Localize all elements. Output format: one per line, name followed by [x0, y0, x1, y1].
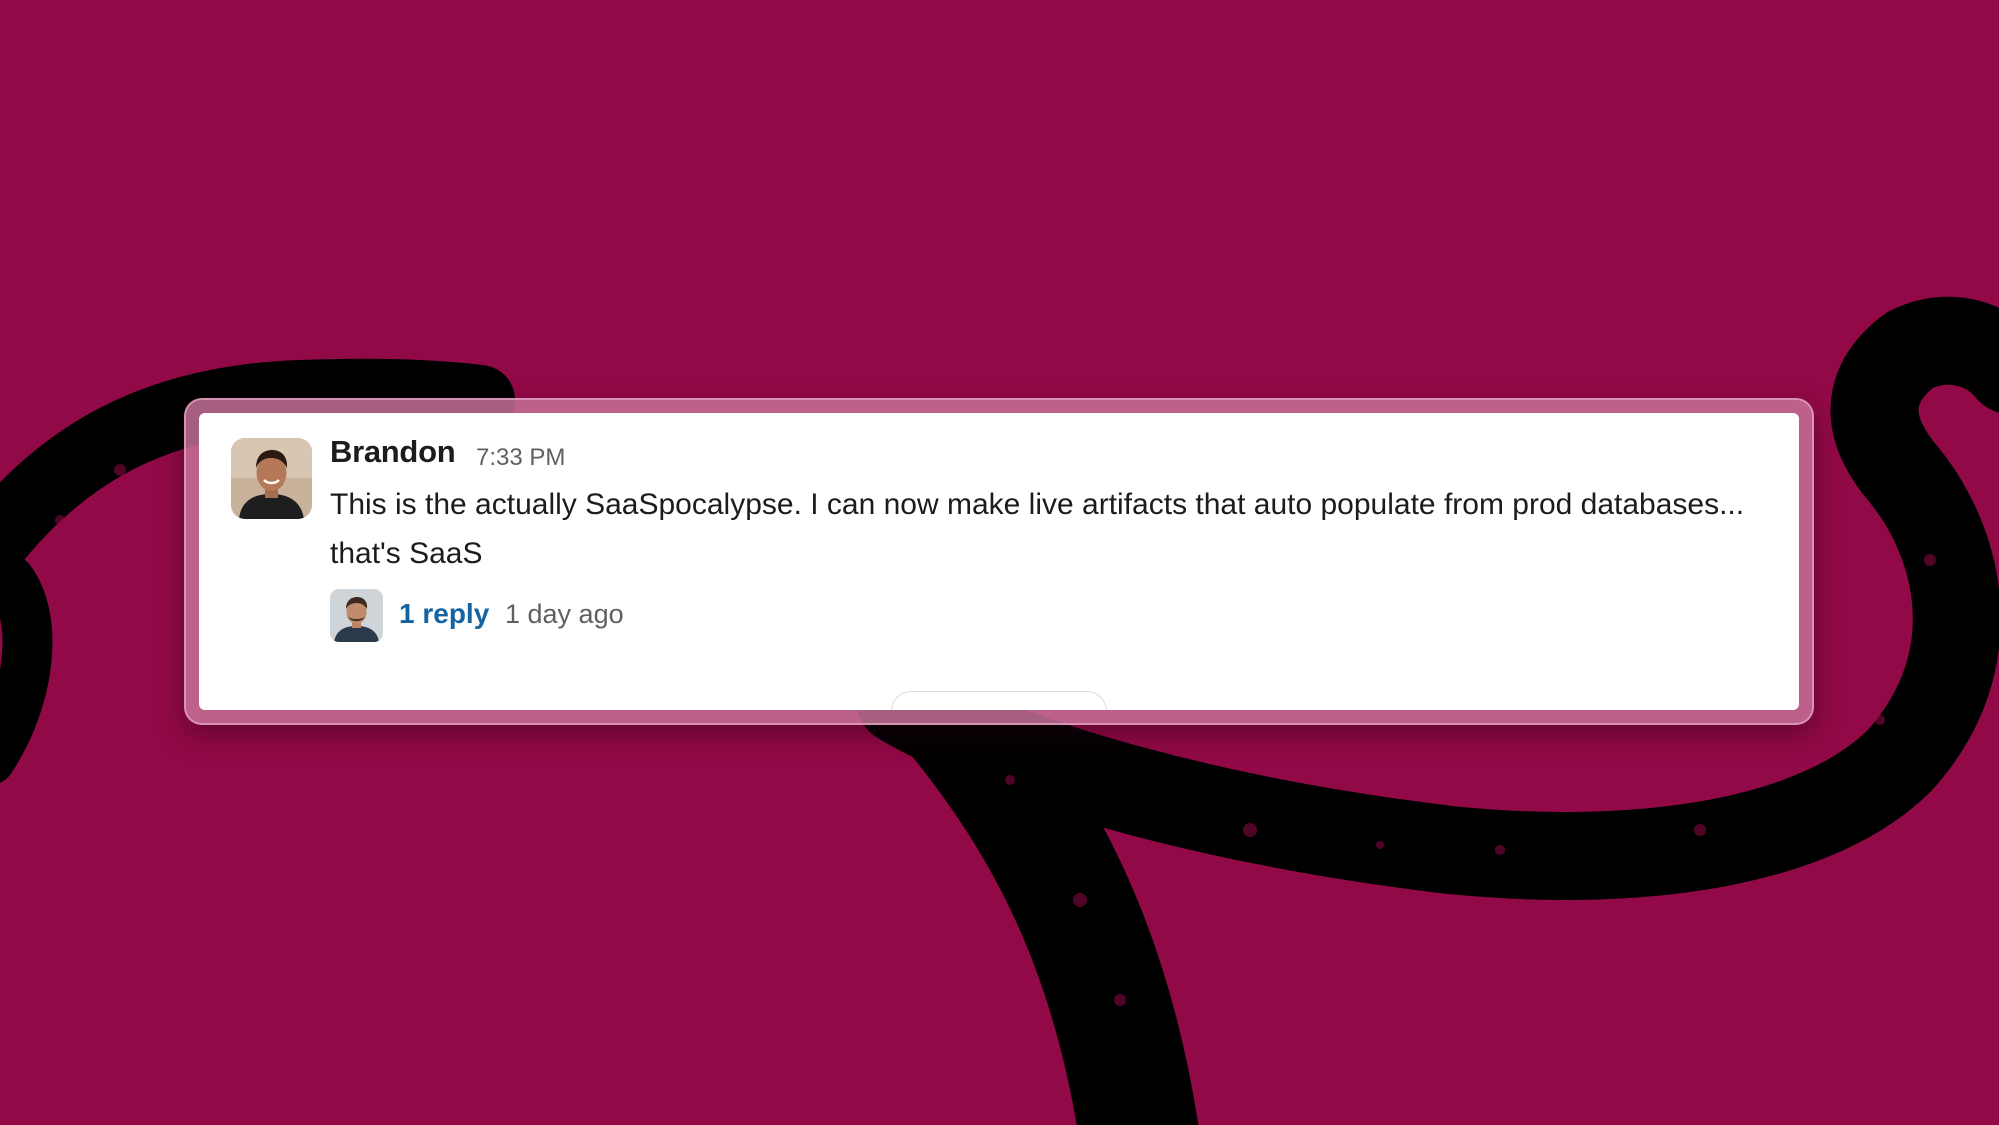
message-card[interactable]: Brandon 7:33 PM This is the actually Saa… [199, 413, 1799, 710]
reply-avatar [330, 589, 383, 642]
person-avatar-icon [231, 438, 312, 519]
message-text: This is the actually SaaSpocalypse. I ca… [330, 488, 1745, 570]
author-avatar[interactable] [231, 438, 312, 519]
thread-last-reply-time: 1 day ago [505, 599, 624, 629]
message-timestamp[interactable]: 7:33 PM [476, 444, 565, 472]
scroll-indicator[interactable] [891, 691, 1107, 710]
thread-replies-link[interactable]: 1 reply [399, 598, 489, 630]
message-author[interactable]: Brandon [330, 434, 456, 470]
person-avatar-icon [330, 589, 383, 642]
